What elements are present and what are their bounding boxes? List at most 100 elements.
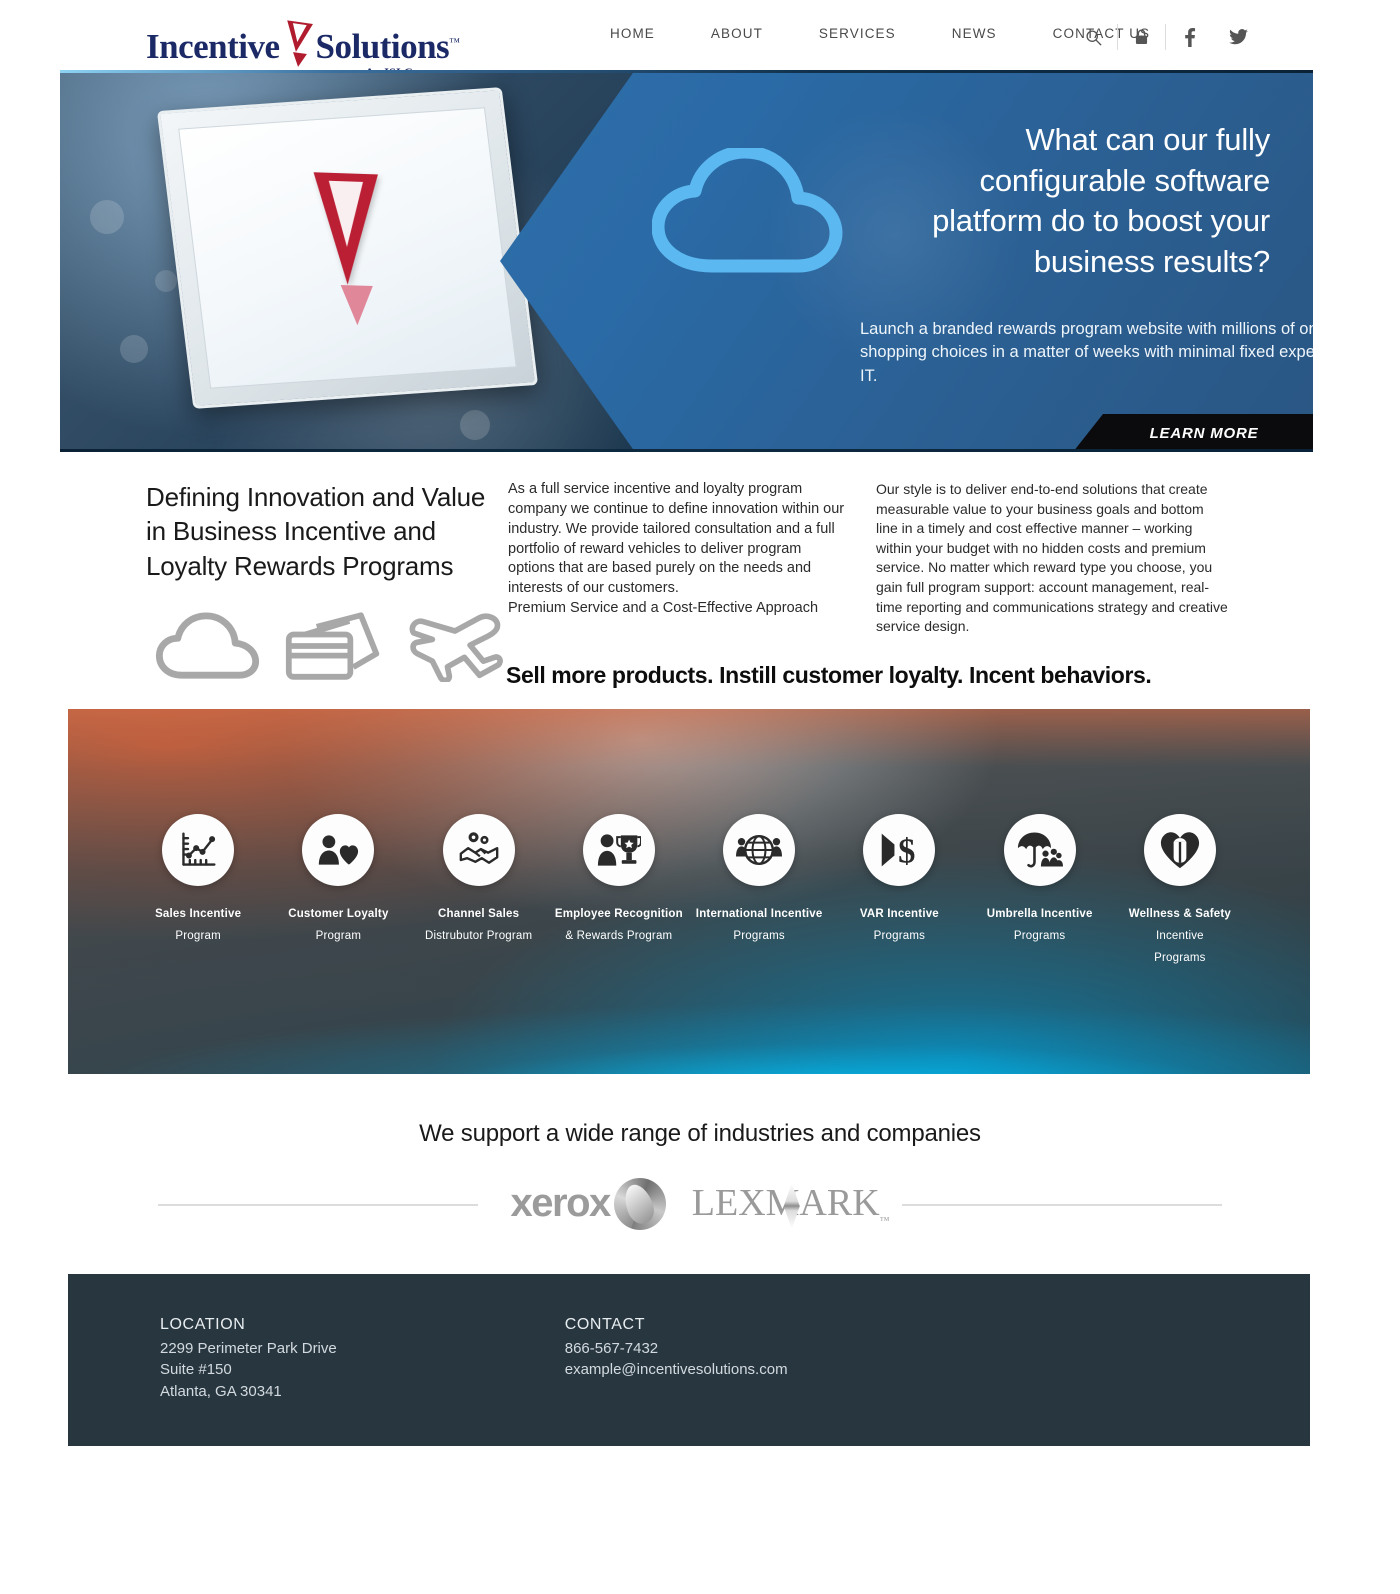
svg-text:$: $ xyxy=(898,833,915,870)
intro-left-column: Defining Innovation and Value in Busines… xyxy=(146,480,508,683)
program-label: Employee Recognition & Rewards Program xyxy=(555,904,683,948)
red-exclamation-mark-icon xyxy=(293,170,401,326)
hero-subtext: Launch a branded rewards program website… xyxy=(860,320,1313,385)
program-item-employee-recognition[interactable]: Employee Recognition & Rewards Program xyxy=(549,813,689,970)
intro-right-column: Our style is to deliver end-to-end solut… xyxy=(876,480,1228,683)
program-label-line2: Programs xyxy=(873,929,926,942)
program-label-line2: Programs xyxy=(1013,929,1066,942)
page-root: IncentiveSolutions™ An ISI Company HOME … xyxy=(0,0,1400,1594)
intro-paragraph-1: As a full service incentive and loyalty … xyxy=(508,481,845,597)
xerox-sphere-icon xyxy=(613,1177,666,1230)
industries-title: We support a wide range of industries an… xyxy=(419,1119,981,1147)
site-logo[interactable]: IncentiveSolutions™ An ISI Company xyxy=(146,8,460,78)
footer-contact-heading: CONTACT xyxy=(564,1315,646,1333)
nav-news[interactable]: NEWS xyxy=(924,26,1025,41)
program-label: Wellness & Safety Incentive Programs xyxy=(1129,904,1231,970)
footer-contact-block: CONTACT 866-567-7432 example@incentiveso… xyxy=(565,1316,788,1402)
footer-location-heading: LOCATION xyxy=(160,1315,246,1333)
program-item-var-incentive[interactable]: $ VAR Incentive Programs xyxy=(829,813,969,970)
program-label: Sales Incentive Program xyxy=(155,904,241,948)
xerox-logo-text: xerox xyxy=(510,1181,612,1226)
hero-blue-panel: What can our fully configurable software… xyxy=(500,70,1313,452)
heart-safety-vest-icon xyxy=(1143,813,1216,886)
program-label-line2: & Rewards Program xyxy=(565,929,673,942)
program-label-line2: Program xyxy=(175,929,221,942)
program-label-line2: Program xyxy=(315,929,362,942)
logo-trademark: ™ xyxy=(449,36,460,49)
program-label: Channel Sales Distrubutor Program xyxy=(425,904,532,948)
program-item-international-incentive[interactable]: International Incentive Programs xyxy=(689,813,829,970)
logo-word-incentive: Incentive xyxy=(146,27,280,66)
umbrella-people-icon xyxy=(1003,813,1076,886)
footer-address-line-3: Atlanta, GA 30341 xyxy=(160,1382,282,1400)
program-label: International Incentive Programs xyxy=(696,904,823,948)
facebook-icon[interactable] xyxy=(1166,24,1214,50)
intro-icon-row xyxy=(146,611,508,683)
airplane-outline-icon xyxy=(409,613,503,682)
program-label-line2: Programs xyxy=(733,929,785,942)
nav-about[interactable]: ABOUT xyxy=(683,26,791,41)
program-label-line2: Distrubutor Program xyxy=(424,929,533,942)
blue-cloud-icon xyxy=(652,148,843,273)
xerox-logo: xerox xyxy=(510,1177,666,1230)
gift-cards-outline-icon xyxy=(285,612,380,680)
intro-tagline: Sell more products. Instill customer loy… xyxy=(506,662,1152,688)
program-label-line1: Umbrella Incentive xyxy=(986,907,1093,920)
programs-list: Sales Incentive Program Customer Loyalty… xyxy=(68,813,1310,970)
tablet-device-image xyxy=(156,87,539,409)
red-exclamation-mark-icon xyxy=(282,20,313,68)
program-label-line1: International Incentive xyxy=(695,907,823,920)
footer-location-block: LOCATION 2299 Perimeter Park Drive Suite… xyxy=(160,1316,337,1402)
logo-word-solutions: Solutions xyxy=(315,27,450,66)
lexmark-trademark: ™ xyxy=(879,1215,890,1227)
globe-people-icon xyxy=(723,813,796,886)
footer-phone[interactable]: 866-567-7432 xyxy=(565,1338,788,1359)
person-trophy-icon xyxy=(582,813,655,886)
programs-band: Sales Incentive Program Customer Loyalty… xyxy=(68,708,1310,1074)
hero-top-accent-line xyxy=(60,70,1313,73)
hero-bottom-accent-line xyxy=(60,449,1313,452)
intro-paragraph-1-extra: Premium Service and a Cost-Effective App… xyxy=(508,600,819,617)
program-label-line1: Channel Sales xyxy=(438,907,520,920)
logo-divider-left xyxy=(158,1203,478,1206)
footer-email[interactable]: example@incentivesolutions.com xyxy=(565,1359,788,1380)
program-label: Umbrella Incentive Programs xyxy=(987,904,1093,948)
nav-home[interactable]: HOME xyxy=(610,26,683,41)
program-label-line2: Incentive xyxy=(1155,929,1204,942)
nav-services[interactable]: SERVICES xyxy=(791,26,924,41)
hero-headline: What can our fully configurable software… xyxy=(932,122,1270,279)
site-footer: LOCATION 2299 Perimeter Park Drive Suite… xyxy=(68,1273,1310,1446)
logo-text: IncentiveSolutions™ An ISI Company xyxy=(146,20,460,78)
sales-chart-icon xyxy=(162,813,235,886)
page-title: Defining Innovation and Value in Busines… xyxy=(146,482,486,581)
program-label-line1: Customer Loyalty xyxy=(288,907,389,920)
program-item-channel-sales[interactable]: Channel Sales Distrubutor Program xyxy=(409,813,549,970)
program-label: VAR Incentive Programs xyxy=(860,904,939,948)
lock-icon[interactable] xyxy=(1118,24,1166,50)
program-label-line1: Wellness & Safety xyxy=(1128,907,1231,920)
program-item-customer-loyalty[interactable]: Customer Loyalty Program xyxy=(268,813,408,970)
intro-paragraph-2: Our style is to deliver end-to-end solut… xyxy=(876,481,1228,635)
cloud-outline-icon xyxy=(155,612,260,679)
site-header: IncentiveSolutions™ An ISI Company HOME … xyxy=(0,0,1400,78)
partner-logos: xerox LEXMARK™ xyxy=(0,1174,1400,1234)
learn-more-button[interactable]: LEARN MORE xyxy=(1073,414,1313,452)
footer-address-line-1: 2299 Perimeter Park Drive xyxy=(160,1339,337,1357)
industries-section: We support a wide range of industries an… xyxy=(0,1120,1400,1234)
search-icon[interactable] xyxy=(1070,24,1118,50)
customer-heart-icon xyxy=(302,813,375,886)
program-item-umbrella-incentive[interactable]: Umbrella Incentive Programs xyxy=(970,813,1110,970)
program-label-line1: Employee Recognition xyxy=(554,907,683,920)
hero-banner: What can our fully configurable software… xyxy=(60,70,1313,452)
program-item-sales-incentive[interactable]: Sales Incentive Program xyxy=(128,813,268,970)
program-item-wellness-safety[interactable]: Wellness & Safety Incentive Programs xyxy=(1110,813,1250,970)
programs-band-blue-glow xyxy=(68,1001,1310,1074)
twitter-icon[interactable] xyxy=(1214,24,1262,50)
program-label-line1: VAR Incentive xyxy=(859,907,939,920)
dollar-arrow-icon: $ xyxy=(863,813,936,886)
logo-divider-right xyxy=(902,1203,1222,1206)
intro-middle-column: As a full service incentive and loyalty … xyxy=(508,480,876,683)
intro-section: Defining Innovation and Value in Busines… xyxy=(0,480,1400,714)
footer-address-line-2: Suite #150 xyxy=(160,1361,232,1379)
program-label-line3: Programs xyxy=(1154,951,1206,964)
